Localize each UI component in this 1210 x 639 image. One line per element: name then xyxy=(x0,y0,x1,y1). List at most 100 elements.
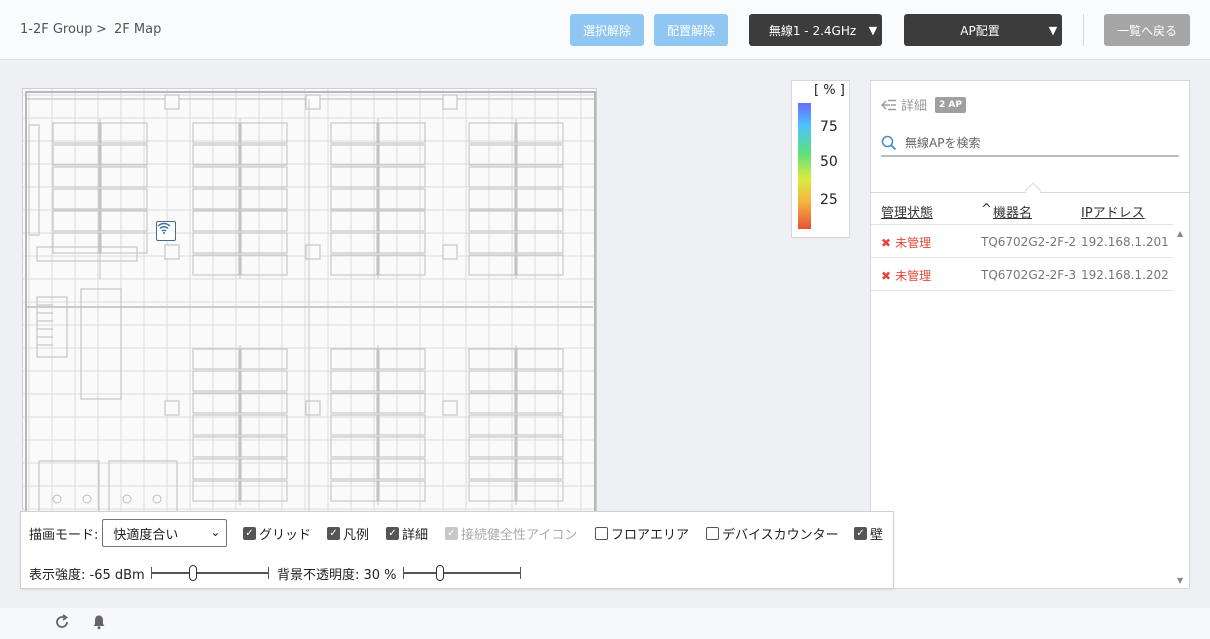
opacity-slider[interactable] xyxy=(402,563,521,583)
deselect-button[interactable]: 選択解除 xyxy=(570,14,644,46)
breadcrumb-group[interactable]: 1-2F Group xyxy=(20,22,92,37)
desk xyxy=(378,392,426,414)
ap-place-select[interactable]: AP配置 ▼ xyxy=(904,14,1062,46)
health-icon-checkbox: ✓ 接続健全性アイコン xyxy=(445,524,577,543)
slider-end xyxy=(519,567,521,579)
legend-checkbox[interactable]: ✓ 凡例 xyxy=(327,524,369,543)
checkbox-checked-icon[interactable]: ✓ xyxy=(854,527,867,540)
map-controls: 描画モード: 快適度合い ⌄ ✓ グリッド ✓ 凡例 ✓ 詳細 ✓ 接続健全性ア… xyxy=(20,511,894,589)
desk xyxy=(52,144,100,166)
access-point-marker[interactable] xyxy=(156,221,176,241)
desk xyxy=(516,188,564,210)
desk xyxy=(100,122,148,144)
meeting-room xyxy=(38,460,100,512)
desk xyxy=(378,348,426,370)
desk xyxy=(100,144,148,166)
breadcrumb-current: 2F Map xyxy=(114,22,162,37)
desk xyxy=(516,166,564,188)
scroll-down-icon[interactable]: ▼ xyxy=(1177,576,1183,585)
ap-search-input[interactable] xyxy=(903,135,1179,151)
pillar xyxy=(305,244,321,260)
checkbox-checked-icon[interactable]: ✓ xyxy=(386,527,399,540)
slider-track xyxy=(150,572,269,574)
desk xyxy=(516,254,564,276)
unplace-button[interactable]: 配置解除 xyxy=(654,14,728,46)
desk xyxy=(468,348,516,370)
column-header-state[interactable]: 管理状態 xyxy=(881,202,933,221)
legend-label: 凡例 xyxy=(343,528,370,543)
checkbox-unchecked-icon[interactable] xyxy=(706,527,719,540)
pillar xyxy=(164,400,180,416)
device-counter-label: デバイスカウンター xyxy=(722,528,839,543)
desk xyxy=(468,232,516,254)
desk xyxy=(192,122,240,144)
sort-ascending-icon: ^ xyxy=(981,202,992,217)
dropdown-arrow-icon: ▼ xyxy=(1048,23,1058,37)
desk xyxy=(516,480,564,502)
desk xyxy=(468,144,516,166)
detail-checkbox[interactable]: ✓ 詳細 xyxy=(386,524,428,543)
panel-header: 詳細 2 AP xyxy=(881,95,966,114)
state-cell: ✖ 未管理 xyxy=(881,234,931,251)
desk xyxy=(192,254,240,276)
column-header-ip[interactable]: IPアドレス xyxy=(1081,202,1145,221)
checkbox-checked-icon[interactable]: ✓ xyxy=(243,527,256,540)
desk xyxy=(240,122,288,144)
table-row[interactable]: ✖ 未管理 TQ6702G2-2F-3 192.168.1.202 xyxy=(871,257,1173,290)
table-bottom-border xyxy=(871,290,1173,291)
desk xyxy=(192,166,240,188)
desk xyxy=(468,480,516,502)
pillar xyxy=(442,94,458,110)
strength-slider[interactable] xyxy=(150,563,269,583)
back-to-list-button[interactable]: 一覧へ戻る xyxy=(1104,14,1190,46)
slider-thumb[interactable] xyxy=(435,565,444,581)
refresh-icon[interactable] xyxy=(54,614,70,630)
state-text: 未管理 xyxy=(895,269,932,283)
desk xyxy=(516,392,564,414)
breadcrumb-separator: > xyxy=(96,22,107,37)
wall-checkbox[interactable]: ✓ 壁 xyxy=(854,524,883,543)
bell-icon[interactable] xyxy=(92,614,106,630)
desk xyxy=(516,348,564,370)
desk xyxy=(516,370,564,392)
device-counter-checkbox[interactable]: デバイスカウンター xyxy=(706,524,839,543)
list-collapse-icon[interactable] xyxy=(881,99,897,111)
desk xyxy=(378,232,426,254)
desk xyxy=(192,480,240,502)
desk xyxy=(330,348,378,370)
floor-area-checkbox[interactable]: フロアエリア xyxy=(595,524,689,543)
draw-mode-select[interactable]: 快適度合い ⌄ xyxy=(102,519,228,547)
desk xyxy=(100,210,148,232)
radio-band-select[interactable]: 無線1 - 2.4GHz ▼ xyxy=(749,14,882,46)
x-icon: ✖ xyxy=(881,236,892,250)
slider-thumb[interactable] xyxy=(189,565,198,581)
slider-end xyxy=(402,567,404,579)
table-scrollbar[interactable]: ▲ ▼ xyxy=(1173,226,1189,588)
x-icon: ✖ xyxy=(881,269,892,283)
checkbox-checked-icon[interactable]: ✓ xyxy=(327,527,340,540)
scroll-up-icon[interactable]: ▲ xyxy=(1177,229,1183,238)
desk xyxy=(192,370,240,392)
desk xyxy=(468,166,516,188)
column-header-device[interactable]: 機器名 xyxy=(993,202,1032,221)
draw-mode-label: 描画モード: xyxy=(29,527,99,543)
table-row[interactable]: ✖ 未管理 TQ6702G2-2F-2 192.168.1.201 xyxy=(871,224,1173,257)
desk xyxy=(240,370,288,392)
chevron-down-icon: ⌄ xyxy=(210,525,221,539)
checkbox-disabled-icon: ✓ xyxy=(445,527,458,540)
strength-control: 表示強度: -65 dBm xyxy=(29,563,269,583)
desk xyxy=(192,458,240,480)
floor-map[interactable] xyxy=(22,88,597,513)
desk xyxy=(52,166,100,188)
strength-label: 表示強度: -65 dBm xyxy=(29,567,145,583)
desk xyxy=(240,414,288,436)
wifi-icon xyxy=(157,222,171,234)
room-wall xyxy=(80,288,122,400)
slider-track xyxy=(402,572,521,574)
checkbox-unchecked-icon[interactable] xyxy=(595,527,608,540)
pillar xyxy=(305,400,321,416)
desk xyxy=(378,122,426,144)
grid-label: グリッド xyxy=(259,528,312,543)
desk xyxy=(378,188,426,210)
grid-checkbox[interactable]: ✓ グリッド xyxy=(243,524,311,543)
